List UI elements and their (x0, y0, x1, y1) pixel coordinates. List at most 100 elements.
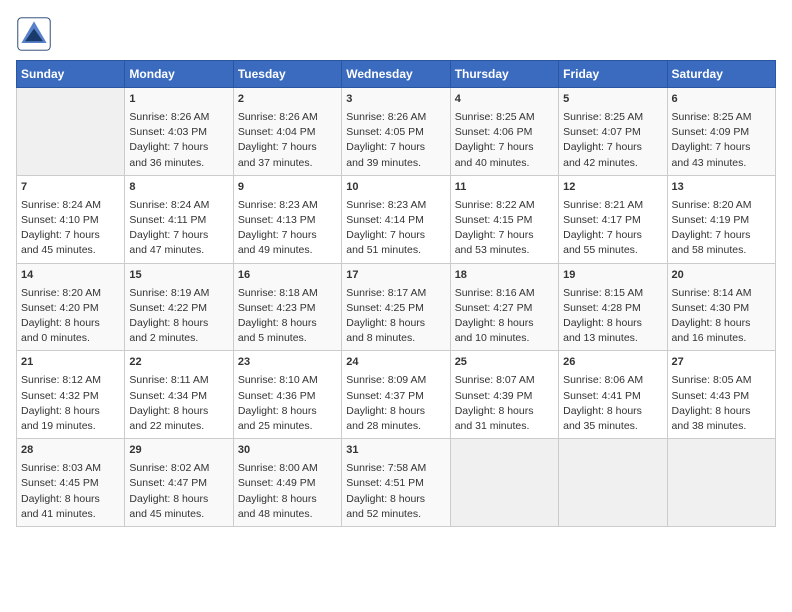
day-of-week-header: Saturday (667, 61, 775, 88)
day-number: 28 (21, 443, 120, 459)
calendar-day-cell: 13Sunrise: 8:20 AM Sunset: 4:19 PM Dayli… (667, 175, 775, 263)
calendar-day-cell: 22Sunrise: 8:11 AM Sunset: 4:34 PM Dayli… (125, 351, 233, 439)
day-info: Sunrise: 8:18 AM Sunset: 4:23 PM Dayligh… (238, 286, 337, 347)
day-info: Sunrise: 8:23 AM Sunset: 4:13 PM Dayligh… (238, 198, 337, 259)
day-info: Sunrise: 8:09 AM Sunset: 4:37 PM Dayligh… (346, 373, 445, 434)
logo (16, 16, 56, 52)
day-info: Sunrise: 8:17 AM Sunset: 4:25 PM Dayligh… (346, 286, 445, 347)
calendar-week-row: 1 Sunrise: 8:26 AM Sunset: 4:03 PM Daylig… (17, 88, 776, 176)
day-number: 18 (455, 268, 554, 284)
day-number: 9 (238, 180, 337, 196)
calendar-day-cell: 20 Sunrise: 8:14 AM Sunset: 4:30 PM Dayli… (667, 263, 775, 351)
calendar-day-cell: 5 Sunrise: 8:25 AM Sunset: 4:07 PM Daylig… (559, 88, 667, 176)
day-number: 1 (129, 92, 228, 108)
calendar-day-cell: 2Sunrise: 8:26 AM Sunset: 4:04 PM Daylig… (233, 88, 341, 176)
calendar-day-cell (450, 439, 558, 527)
day-info: Sunrise: 8:25 AM Sunset: 4:06 PM Dayligh… (455, 110, 554, 171)
calendar-day-cell: 14 Sunrise: 8:20 AM Sunset: 4:20 PM Dayli… (17, 263, 125, 351)
calendar-day-cell: 4 Sunrise: 8:25 AM Sunset: 4:06 PM Daylig… (450, 88, 558, 176)
day-info: Sunrise: 8:22 AM Sunset: 4:15 PM Dayligh… (455, 198, 554, 259)
day-number: 21 (21, 355, 120, 371)
calendar-day-cell: 21 Sunrise: 8:12 AM Sunset: 4:32 PM Dayli… (17, 351, 125, 439)
calendar-week-row: 28Sunrise: 8:03 AM Sunset: 4:45 PM Dayli… (17, 439, 776, 527)
day-number: 24 (346, 355, 445, 371)
day-of-week-header: Tuesday (233, 61, 341, 88)
day-info: Sunrise: 8:14 AM Sunset: 4:30 PM Dayligh… (672, 286, 771, 347)
calendar-table: SundayMondayTuesdayWednesdayThursdayFrid… (16, 60, 776, 527)
calendar-day-cell: 26 Sunrise: 8:06 AM Sunset: 4:41 PM Dayli… (559, 351, 667, 439)
calendar-day-cell: 1 Sunrise: 8:26 AM Sunset: 4:03 PM Daylig… (125, 88, 233, 176)
calendar-day-cell: 27 Sunrise: 8:05 AM Sunset: 4:43 PM Dayli… (667, 351, 775, 439)
calendar-day-cell: 29Sunrise: 8:02 AM Sunset: 4:47 PM Dayli… (125, 439, 233, 527)
day-info: Sunrise: 8:19 AM Sunset: 4:22 PM Dayligh… (129, 286, 228, 347)
calendar-day-cell: 18 Sunrise: 8:16 AM Sunset: 4:27 PM Dayli… (450, 263, 558, 351)
calendar-day-cell: 3 Sunrise: 8:26 AM Sunset: 4:05 PM Daylig… (342, 88, 450, 176)
calendar-day-cell: 17 Sunrise: 8:17 AM Sunset: 4:25 PM Dayli… (342, 263, 450, 351)
day-of-week-header: Wednesday (342, 61, 450, 88)
calendar-day-cell: 24 Sunrise: 8:09 AM Sunset: 4:37 PM Dayli… (342, 351, 450, 439)
calendar-week-row: 21 Sunrise: 8:12 AM Sunset: 4:32 PM Dayli… (17, 351, 776, 439)
day-number: 3 (346, 92, 445, 108)
day-number: 26 (563, 355, 662, 371)
calendar-day-cell: 30Sunrise: 8:00 AM Sunset: 4:49 PM Dayli… (233, 439, 341, 527)
day-number: 16 (238, 268, 337, 284)
calendar-day-cell: 9 Sunrise: 8:23 AM Sunset: 4:13 PM Daylig… (233, 175, 341, 263)
day-number: 10 (346, 180, 445, 196)
calendar-week-row: 7 Sunrise: 8:24 AM Sunset: 4:10 PM Daylig… (17, 175, 776, 263)
calendar-day-cell: 28Sunrise: 8:03 AM Sunset: 4:45 PM Dayli… (17, 439, 125, 527)
day-info: Sunrise: 8:24 AM Sunset: 4:11 PM Dayligh… (129, 198, 228, 259)
day-info: Sunrise: 8:05 AM Sunset: 4:43 PM Dayligh… (672, 373, 771, 434)
day-number: 12 (563, 180, 662, 196)
day-number: 31 (346, 443, 445, 459)
calendar-day-cell: 8 Sunrise: 8:24 AM Sunset: 4:11 PM Daylig… (125, 175, 233, 263)
calendar-day-cell: 25Sunrise: 8:07 AM Sunset: 4:39 PM Dayli… (450, 351, 558, 439)
day-of-week-header: Thursday (450, 61, 558, 88)
calendar-day-cell: 31Sunrise: 7:58 AM Sunset: 4:51 PM Dayli… (342, 439, 450, 527)
calendar-week-row: 14 Sunrise: 8:20 AM Sunset: 4:20 PM Dayli… (17, 263, 776, 351)
day-info: Sunrise: 8:26 AM Sunset: 4:05 PM Dayligh… (346, 110, 445, 171)
day-info: Sunrise: 8:21 AM Sunset: 4:17 PM Dayligh… (563, 198, 662, 259)
calendar-day-cell: 15 Sunrise: 8:19 AM Sunset: 4:22 PM Dayli… (125, 263, 233, 351)
day-info: Sunrise: 8:25 AM Sunset: 4:07 PM Dayligh… (563, 110, 662, 171)
calendar-day-cell: 10Sunrise: 8:23 AM Sunset: 4:14 PM Dayli… (342, 175, 450, 263)
day-number: 23 (238, 355, 337, 371)
calendar-day-cell: 16 Sunrise: 8:18 AM Sunset: 4:23 PM Dayli… (233, 263, 341, 351)
day-info: Sunrise: 8:25 AM Sunset: 4:09 PM Dayligh… (672, 110, 771, 171)
calendar-day-cell (667, 439, 775, 527)
day-number: 14 (21, 268, 120, 284)
day-number: 27 (672, 355, 771, 371)
day-number: 17 (346, 268, 445, 284)
day-number: 4 (455, 92, 554, 108)
day-number: 30 (238, 443, 337, 459)
day-info: Sunrise: 8:15 AM Sunset: 4:28 PM Dayligh… (563, 286, 662, 347)
day-info: Sunrise: 8:16 AM Sunset: 4:27 PM Dayligh… (455, 286, 554, 347)
calendar-day-cell: 6 Sunrise: 8:25 AM Sunset: 4:09 PM Daylig… (667, 88, 775, 176)
header (16, 16, 776, 52)
calendar-day-cell: 12 Sunrise: 8:21 AM Sunset: 4:17 PM Dayli… (559, 175, 667, 263)
day-number: 20 (672, 268, 771, 284)
day-number: 2 (238, 92, 337, 108)
day-number: 19 (563, 268, 662, 284)
day-of-week-header: Monday (125, 61, 233, 88)
day-info: Sunrise: 8:06 AM Sunset: 4:41 PM Dayligh… (563, 373, 662, 434)
calendar-day-cell (17, 88, 125, 176)
calendar-day-cell (559, 439, 667, 527)
day-number: 6 (672, 92, 771, 108)
day-info: Sunrise: 8:24 AM Sunset: 4:10 PM Dayligh… (21, 198, 120, 259)
day-info: Sunrise: 8:26 AM Sunset: 4:03 PM Dayligh… (129, 110, 228, 171)
day-info: Sunrise: 8:20 AM Sunset: 4:20 PM Dayligh… (21, 286, 120, 347)
day-number: 5 (563, 92, 662, 108)
day-number: 25 (455, 355, 554, 371)
day-number: 22 (129, 355, 228, 371)
day-number: 7 (21, 180, 120, 196)
day-of-week-header: Sunday (17, 61, 125, 88)
calendar-day-cell: 7 Sunrise: 8:24 AM Sunset: 4:10 PM Daylig… (17, 175, 125, 263)
day-number: 15 (129, 268, 228, 284)
day-of-week-header: Friday (559, 61, 667, 88)
calendar-header-row: SundayMondayTuesdayWednesdayThursdayFrid… (17, 61, 776, 88)
day-info: Sunrise: 8:10 AM Sunset: 4:36 PM Dayligh… (238, 373, 337, 434)
day-info: Sunrise: 8:12 AM Sunset: 4:32 PM Dayligh… (21, 373, 120, 434)
day-number: 8 (129, 180, 228, 196)
day-info: Sunrise: 8:02 AM Sunset: 4:47 PM Dayligh… (129, 461, 228, 522)
day-info: Sunrise: 8:20 AM Sunset: 4:19 PM Dayligh… (672, 198, 771, 259)
